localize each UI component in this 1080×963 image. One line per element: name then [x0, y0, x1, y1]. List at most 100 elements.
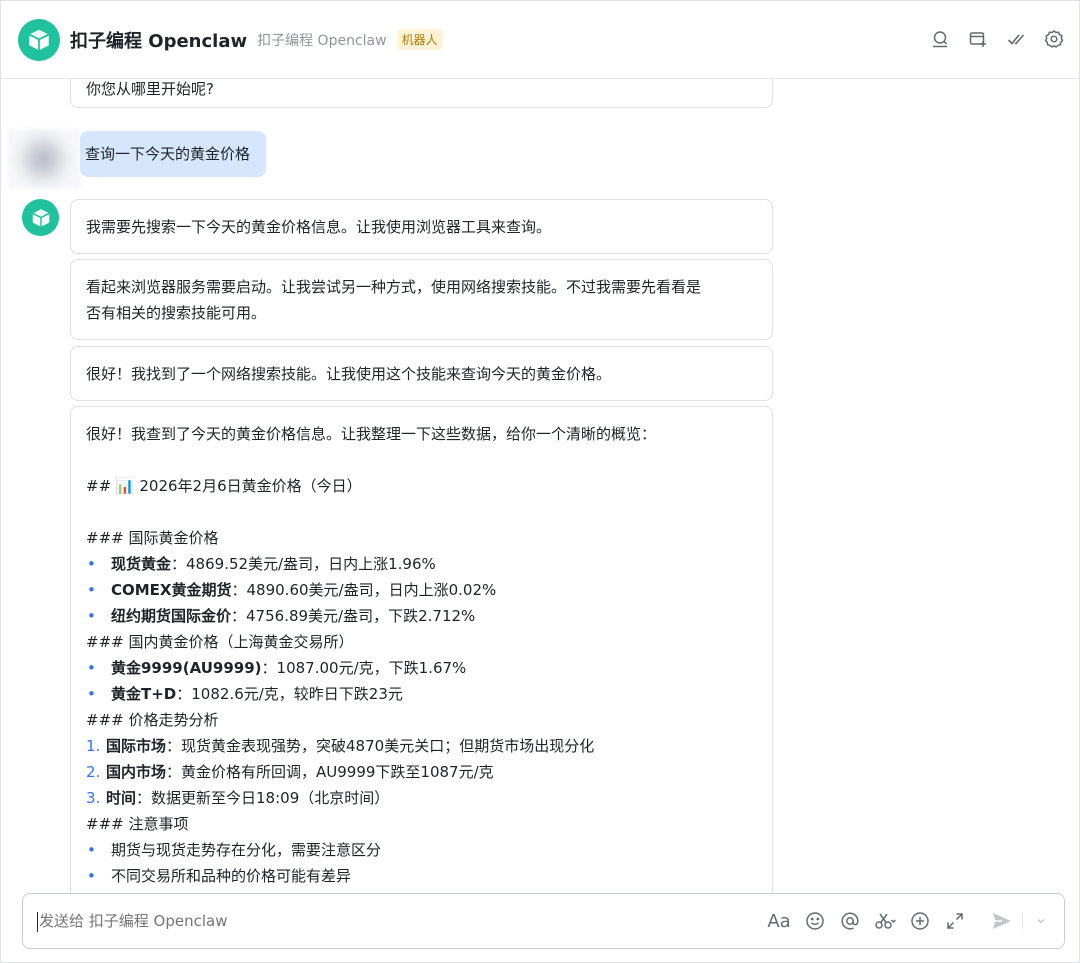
item-label: 黄金9999(AU9999)	[111, 659, 262, 677]
section-title: ### 国内黄金价格（上海黄金交易所）	[86, 633, 354, 651]
list-item: • 不同交易所和品种的价格可能有差异	[86, 863, 757, 889]
report-heading: ## 📊 2026年2月6日黄金价格（今日）	[86, 473, 757, 499]
list-item: • 现货黄金：4869.52美元/盎司，日内上涨1.96%	[86, 551, 757, 577]
text-caret	[37, 912, 38, 932]
item-label: 黄金T+D	[111, 685, 177, 703]
at-icon	[841, 912, 859, 930]
send-button[interactable]	[991, 909, 1013, 933]
message-list[interactable]: 你您从哪里开始呢? 查询一下今天的黄金价格 我需要先搜索一下今天的黄金价格信息。…	[1, 79, 1079, 893]
message-text: 看起来浏览器服务需要启动。让我尝试另一种方式，使用网络搜索技能。不过我需要先看看…	[86, 278, 702, 296]
bot-avatar[interactable]	[18, 18, 60, 61]
list-item: • 黄金T+D：1082.6元/克，较昨日下跌23元	[86, 681, 757, 707]
item-label: 时间	[106, 789, 137, 807]
screenshot-button[interactable]	[874, 909, 896, 933]
list-item: • 黄金9999(AU9999)：1087.00元/克，下跌1.67%	[86, 655, 757, 681]
bot-message: 很好！我找到了一个网络搜索技能。让我使用这个技能来查询今天的黄金价格。	[70, 346, 773, 401]
section-title: ### 注意事项	[86, 815, 189, 833]
list-item: 2. 国内市场：黄金价格有所回调，AU9999下跌至1087元/克	[86, 759, 757, 785]
cube-icon	[28, 29, 50, 50]
cube-icon	[31, 208, 50, 227]
chat-window: 扣子编程 Openclaw 扣子编程 Openclaw 机器人 你您从哪里开始呢…	[0, 0, 1080, 963]
list-item: 3. 时间：数据更新至今日18:09（北京时间）	[86, 785, 757, 811]
bar-chart-icon: 📊	[115, 477, 135, 495]
user-avatar[interactable]	[7, 129, 81, 189]
item-text: 期货与现货走势存在分化，需要注意区分	[111, 841, 382, 859]
send-icon	[993, 913, 1011, 929]
bullet: •	[87, 659, 96, 677]
bullet: •	[87, 867, 96, 885]
bot-report-message: 很好！我查到了今天的黄金价格信息。让我整理一下这些数据，给你一个清晰的概览： #…	[70, 406, 773, 893]
item-text: ：黄金价格有所回调，AU9999下跌至1087元/克	[166, 763, 494, 781]
double-check-icon	[1007, 34, 1025, 45]
settings-button[interactable]	[1043, 28, 1065, 50]
section-title: ### 国际黄金价格	[86, 529, 219, 547]
expand-icon	[947, 913, 963, 929]
list-item: 1. 国际市场：现货黄金表现强势，突破4870美元关口；但期货市场出现分化	[86, 733, 757, 759]
toolbar-divider	[1022, 913, 1023, 929]
item-label: 纽约期货国际金价	[111, 607, 232, 625]
bot-message: 我需要先搜索一下今天的黄金价格信息。让我使用浏览器工具来查询。	[70, 199, 773, 254]
list-number: 3.	[86, 789, 101, 807]
list-item: • COMEX黄金期货：4890.60美元/盎司，日内上涨0.02%	[86, 577, 757, 603]
smile-icon	[806, 912, 824, 930]
list-item: • 纽约期货国际金价：4756.89美元/盎司，下跌2.712%	[86, 603, 757, 629]
gear-icon	[1044, 30, 1064, 48]
chat-title: 扣子编程 Openclaw	[70, 30, 248, 52]
message-text: 很好！我找到了一个网络搜索技能。让我使用这个技能来查询今天的黄金价格。	[86, 365, 612, 383]
message-text: 否有相关的搜索技能可用。	[86, 304, 267, 322]
add-tab-icon	[969, 32, 986, 47]
mention-button[interactable]	[839, 909, 861, 933]
report-intro: 很好！我查到了今天的黄金价格信息。让我整理一下这些数据，给你一个清晰的概览：	[86, 425, 657, 443]
bot-message: 看起来浏览器服务需要启动。让我尝试另一种方式，使用网络搜索技能。不过我需要先看看…	[70, 259, 773, 340]
bullet: •	[87, 555, 96, 573]
bot-badge: 机器人	[396, 29, 443, 50]
format-text-button[interactable]: Aa	[767, 909, 791, 933]
search-chat-button[interactable]	[929, 28, 951, 50]
item-label: COMEX黄金期货	[111, 581, 232, 599]
user-message: 查询一下今天的黄金价格	[80, 131, 267, 177]
item-text: ：1087.00元/克，下跌1.67%	[261, 659, 467, 677]
bot-message-avatar[interactable]	[22, 199, 59, 236]
item-text: ：数据更新至今日18:09（北京时间）	[136, 789, 390, 807]
list-item: • 期货与现货走势存在分化，需要注意区分	[86, 837, 757, 863]
item-text: ：4890.60美元/盎司，日内上涨0.02%	[231, 581, 497, 599]
scissors-icon	[875, 913, 896, 929]
heading-text: 2026年2月6日黄金价格（今日）	[134, 477, 362, 495]
message-text: 你您从哪里开始呢?	[86, 80, 214, 98]
search-chat-icon	[933, 31, 948, 48]
tasks-button[interactable]	[1005, 28, 1027, 50]
composer-toolbar: Aa	[767, 909, 1046, 933]
item-text: 不同交易所和品种的价格可能有差异	[111, 867, 352, 885]
bullet: •	[87, 607, 96, 625]
add-tab-button[interactable]	[967, 28, 989, 50]
item-text: ：1082.6元/克，较昨日下跌23元	[176, 685, 403, 703]
bullet: •	[87, 685, 96, 703]
expand-button[interactable]	[944, 909, 966, 933]
chat-subtitle: 扣子编程 Openclaw	[257, 32, 387, 49]
list-number: 1.	[86, 737, 101, 755]
message-text: 我需要先搜索一下今天的黄金价格信息。让我使用浏览器工具来查询。	[86, 218, 552, 236]
item-text: ：现货黄金表现强势，突破4870美元关口；但期货市场出现分化	[166, 737, 595, 755]
add-button[interactable]	[909, 909, 931, 933]
message-input[interactable]	[39, 894, 739, 948]
item-label: 现货黄金	[111, 555, 172, 573]
bullet: •	[87, 841, 96, 859]
item-label: 国内市场	[106, 763, 167, 781]
user-message-row: 查询一下今天的黄金价格	[1, 129, 401, 189]
message-composer: Aa	[22, 893, 1065, 949]
header-actions	[929, 28, 1065, 50]
chevron-down-icon	[1037, 919, 1045, 924]
bullet: •	[87, 581, 96, 599]
plus-circle-icon	[911, 912, 929, 930]
item-text: ：4756.89美元/盎司，下跌2.712%	[231, 607, 476, 625]
previous-bot-message: 你您从哪里开始呢?	[70, 79, 773, 108]
send-options-button[interactable]	[1036, 909, 1046, 933]
section-title: ### 价格走势分析	[86, 711, 219, 729]
chat-header: 扣子编程 Openclaw 扣子编程 Openclaw 机器人	[1, 1, 1079, 79]
heading-marker: ##	[86, 477, 116, 495]
list-number: 2.	[86, 763, 101, 781]
emoji-button[interactable]	[804, 909, 826, 933]
item-label: 国际市场	[106, 737, 167, 755]
